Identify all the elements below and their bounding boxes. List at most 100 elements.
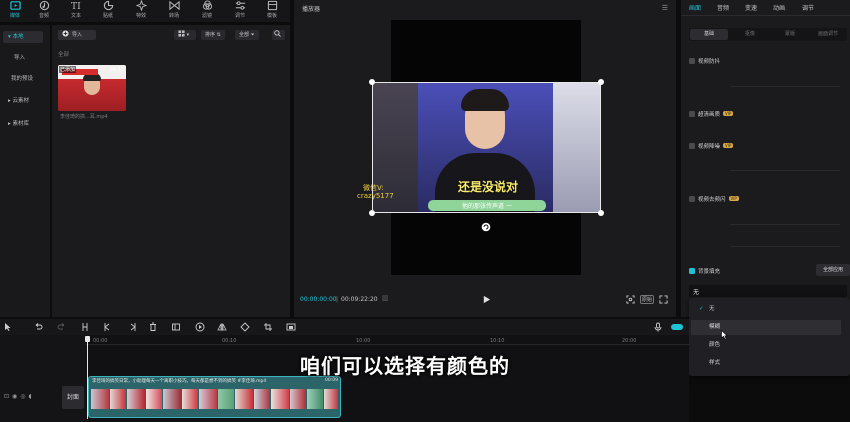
checkbox[interactable]: [689, 196, 695, 202]
import-button[interactable]: 导入: [58, 30, 96, 40]
toolbar-sticker-tab[interactable]: 贴纸: [93, 0, 123, 20]
svg-text:TI: TI: [71, 1, 81, 11]
undo-icon[interactable]: [33, 322, 43, 332]
toolbar-media-tab[interactable]: 媒体: [0, 0, 30, 20]
mirror-icon[interactable]: [217, 322, 227, 332]
current-time: 00:00:00:00: [300, 296, 337, 303]
freeze-frame-icon[interactable]: [171, 322, 181, 332]
cover-button[interactable]: 封面: [62, 386, 84, 409]
clip-thumbnail-frame: [163, 389, 181, 409]
toolbar-transition-tab[interactable]: 转场: [159, 0, 189, 20]
grid-view-icon: [178, 30, 185, 37]
split-right-icon[interactable]: [127, 322, 137, 332]
sidebar-item-import[interactable]: 导入: [3, 52, 43, 64]
dropdown-option-none[interactable]: ✓ 无: [691, 302, 841, 317]
media-clip-card[interactable]: 已添加 09:32: [58, 65, 126, 111]
sort-button[interactable]: 排序 ⇅: [201, 30, 225, 40]
toolbar-label: 滤镜: [201, 13, 212, 19]
checkbox[interactable]: [689, 143, 695, 149]
search-button[interactable]: [272, 30, 285, 40]
checkbox-checked[interactable]: [689, 268, 695, 274]
tab-speed[interactable]: 变速: [745, 3, 757, 12]
microphone-icon[interactable]: [653, 322, 663, 332]
player-panel: 播放器 ☰ 还是没说对 他的那张传声道 一 微信V: crazy5177 00:…: [294, 0, 676, 317]
toolbar-template-tab[interactable]: 模板: [257, 0, 287, 20]
resize-handle-tl[interactable]: [369, 79, 375, 85]
rotate-icon[interactable]: [240, 322, 250, 332]
media-panel: 导入 ▾ 排序 ⇅ 全部 ⏷ 全部 已添加 09:32 李佳琦的搞...耳.mp…: [52, 25, 290, 317]
resize-handle-tr[interactable]: [598, 79, 604, 85]
tab-adjust[interactable]: 调节: [802, 3, 814, 12]
audio-mute-icon[interactable]: ◖: [29, 393, 35, 400]
selection-box[interactable]: [372, 82, 601, 213]
option-deflicker[interactable]: 视频去频闪 VIP: [689, 195, 739, 203]
checkbox[interactable]: [689, 58, 695, 64]
resize-handle-br[interactable]: [598, 210, 604, 216]
ratio-button[interactable]: 原始: [640, 295, 655, 304]
split-left-icon[interactable]: [103, 322, 113, 332]
timeline-view-icon[interactable]: ▥: [382, 294, 389, 302]
denoise-select[interactable]: [730, 160, 840, 171]
clip-title: 李佳琦的搞笑日常，小助理每天一个离职小技巧。每天都是想不到的搞笑 #李佳琦.mp…: [92, 379, 267, 384]
lock-icon[interactable]: ⊡: [4, 393, 12, 400]
subtab-cutout[interactable]: 抠像: [731, 29, 769, 40]
tab-picture[interactable]: 画面: [689, 3, 701, 12]
toolbar-audio-tab[interactable]: 音频: [29, 0, 59, 20]
toolbar-effects-tab[interactable]: 特效: [126, 0, 156, 20]
resize-handle-bl[interactable]: [369, 210, 375, 216]
tab-animation[interactable]: 动画: [773, 3, 785, 12]
dropdown-option-label: 无: [709, 306, 715, 312]
sidebar-item-local[interactable]: ▾ 本地: [3, 31, 43, 43]
toolbar-adjust-tab[interactable]: 调节: [225, 0, 255, 20]
filter-button[interactable]: 全部 ⏷: [235, 30, 259, 40]
sidebar-item-presets[interactable]: 我的预设: [3, 73, 43, 85]
play-icon[interactable]: [482, 295, 491, 304]
option-stabilize[interactable]: 视频防抖: [689, 57, 720, 65]
select-cursor-icon[interactable]: [3, 322, 13, 332]
rotate-handle-icon[interactable]: [481, 222, 491, 232]
expand-icon[interactable]: [659, 295, 668, 304]
delete-icon[interactable]: [148, 322, 158, 332]
option-denoise[interactable]: 视频降噪 VIP: [689, 142, 734, 150]
checkbox[interactable]: [689, 111, 695, 117]
ruler-label: 10:00: [356, 338, 371, 344]
tab-audio[interactable]: 音频: [717, 3, 729, 12]
dropdown-option-color[interactable]: 颜色: [691, 338, 841, 353]
deflicker-select-2[interactable]: [730, 236, 840, 247]
reverse-play-icon[interactable]: [195, 322, 205, 332]
text-icon: TI: [71, 1, 81, 11]
media-icon: [9, 1, 21, 10]
option-super-resolution[interactable]: 超清画质 VIP: [689, 110, 734, 118]
redo-icon[interactable]: [57, 322, 67, 332]
picture-in-picture-icon[interactable]: [286, 322, 296, 332]
player-menu-icon[interactable]: ☰: [662, 4, 668, 12]
timeline-toggle[interactable]: [671, 324, 683, 330]
clip-thumbnail-frame: [235, 389, 253, 409]
sidebar-item-library[interactable]: ▸ 素材库: [3, 118, 43, 130]
toolbar-text-tab[interactable]: TI 文本: [61, 0, 91, 20]
apply-all-button[interactable]: 全部应用: [816, 264, 850, 276]
subtab-mask[interactable]: 蒙版: [772, 29, 808, 40]
subtab-basic[interactable]: 基础: [690, 29, 728, 40]
clip-thumbnail-frame: [146, 389, 162, 409]
timeline-ruler: [86, 335, 689, 345]
time-separator: |: [336, 296, 339, 303]
dropdown-option-style[interactable]: 样式: [691, 356, 841, 371]
clip-thumbnail-frame: [271, 389, 289, 409]
deflicker-select[interactable]: [730, 214, 840, 225]
view-toggle-button[interactable]: ▾: [174, 30, 196, 40]
stabilize-select[interactable]: [730, 76, 840, 87]
toolbar-filter-tab[interactable]: 滤镜: [192, 0, 222, 20]
sidebar-item-cloud[interactable]: ▸ 云素材: [3, 95, 43, 107]
split-icon[interactable]: [80, 322, 90, 332]
dropdown-option-blur[interactable]: 模糊: [691, 320, 841, 335]
subtab-picture-adjust[interactable]: 画面调节: [809, 29, 847, 40]
sticker-icon: [103, 0, 113, 11]
fullscreen-crop-icon[interactable]: [626, 295, 635, 304]
watermark-line2: crazy5177: [357, 192, 394, 200]
playhead-knob[interactable]: [85, 336, 90, 342]
option-background-fill[interactable]: 背景填充: [689, 267, 720, 275]
eye-icon[interactable]: ◎: [20, 393, 28, 400]
crop-icon[interactable]: [263, 322, 273, 332]
fill-type-select[interactable]: [689, 285, 847, 297]
